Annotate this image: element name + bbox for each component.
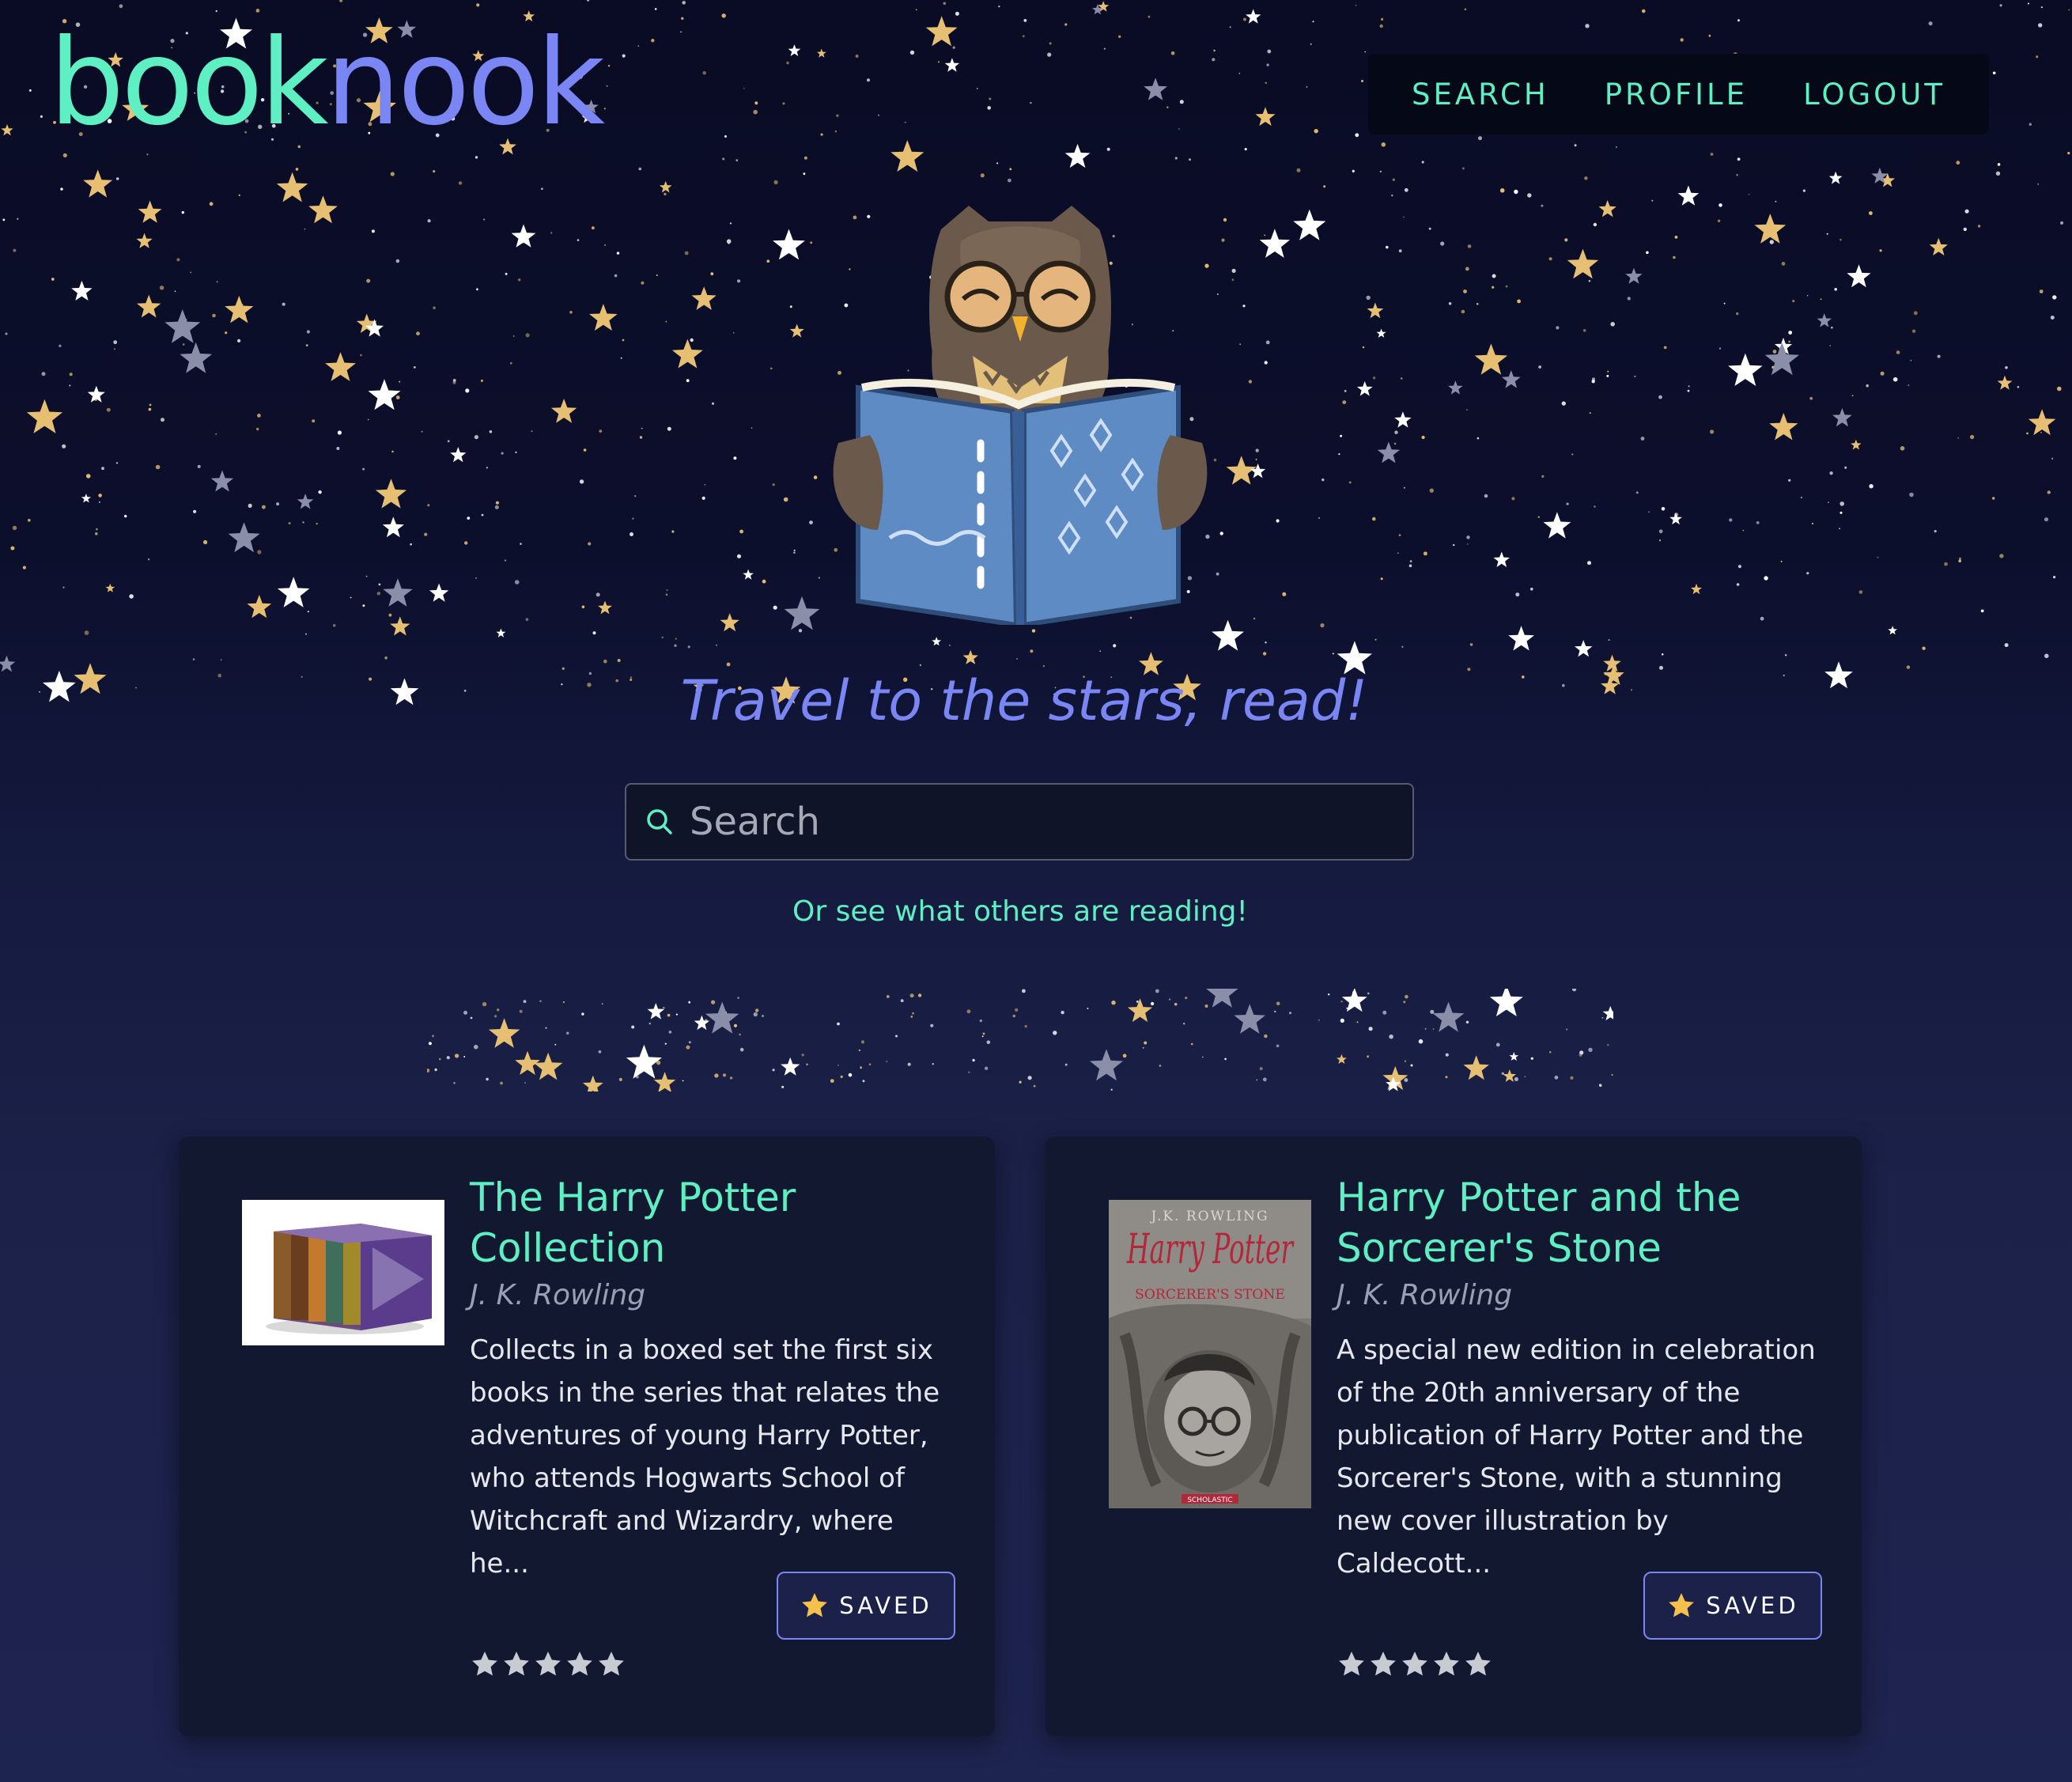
rating-star-icon[interactable] — [1463, 1649, 1493, 1679]
saved-label: SAVED — [839, 1592, 932, 1619]
book-description: A special new edition in celebration of … — [1337, 1334, 1816, 1580]
logo-part-book: book — [49, 14, 329, 152]
saved-button[interactable]: SAVED — [1643, 1572, 1822, 1640]
book-description: Collects in a boxed set the first six bo… — [470, 1334, 940, 1580]
nav-profile-link[interactable]: PROFILE — [1605, 78, 1748, 112]
rating-star-icon[interactable] — [1431, 1649, 1461, 1679]
saved-button[interactable]: SAVED — [777, 1572, 955, 1640]
search-input[interactable] — [688, 799, 1412, 845]
book-cover-image[interactable] — [242, 1200, 444, 1345]
search-icon — [647, 809, 672, 834]
booknook-logo[interactable]: booknook — [49, 24, 605, 142]
rating-star-icon[interactable] — [533, 1649, 563, 1679]
star-icon — [1669, 1593, 1695, 1617]
rating-star-icon[interactable] — [565, 1649, 595, 1679]
rating-star-icon[interactable] — [1368, 1649, 1398, 1679]
rating-star-icon[interactable] — [1337, 1649, 1367, 1679]
logo-part-nook: nook — [325, 14, 605, 152]
star-rating[interactable] — [470, 1649, 626, 1679]
book-card[interactable]: The Harry Potter Collection J. K. Rowlin… — [179, 1137, 995, 1736]
hero-tagline: Travel to the stars, read! — [680, 668, 1368, 733]
rating-star-icon[interactable] — [470, 1649, 500, 1679]
owl-reading-illustration — [833, 206, 1208, 625]
book-author: J. K. Rowling — [470, 1279, 646, 1311]
search-bar[interactable] — [625, 783, 1414, 861]
star-icon — [802, 1593, 828, 1617]
rating-star-icon[interactable] — [1400, 1649, 1430, 1679]
cover-subtitle-text: SORCERER'S STONE — [1135, 1287, 1285, 1303]
cover-publisher-text: SCHOLASTIC — [1187, 1496, 1232, 1504]
star-rating[interactable] — [1337, 1649, 1493, 1679]
book-title[interactable]: Harry Potter and the Sorcerer's Stone — [1337, 1172, 1779, 1273]
saved-label: SAVED — [1706, 1592, 1799, 1619]
nav-search-link[interactable]: SEARCH — [1412, 78, 1549, 112]
see-others-reading-link[interactable]: Or see what others are reading! — [0, 895, 2040, 928]
top-nav: SEARCH PROFILE LOGOUT — [1368, 54, 1989, 134]
rating-star-icon[interactable] — [596, 1649, 626, 1679]
book-cover-image[interactable]: J.K. ROWLING Harry Potter SORCERER'S STO… — [1109, 1200, 1311, 1508]
cover-author-text: J.K. ROWLING — [1149, 1209, 1269, 1224]
book-author: J. K. Rowling — [1337, 1279, 1513, 1311]
nav-logout-link[interactable]: LOGOUT — [1803, 78, 1945, 112]
rating-star-icon[interactable] — [501, 1649, 531, 1679]
book-title[interactable]: The Harry Potter Collection — [470, 1172, 913, 1273]
star-divider — [427, 989, 1613, 1092]
cover-title-text: Harry Potter — [1126, 1226, 1295, 1273]
book-card[interactable]: J.K. ROWLING Harry Potter SORCERER'S STO… — [1045, 1137, 1862, 1736]
